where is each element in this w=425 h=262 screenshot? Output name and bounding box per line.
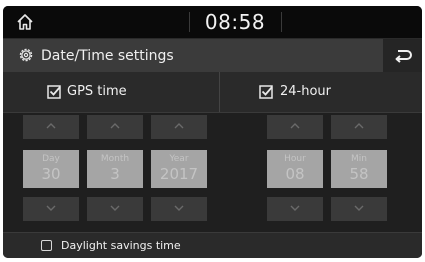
- minute-up-button[interactable]: [331, 115, 387, 139]
- month-value: 3: [110, 165, 120, 183]
- hour-24-label: 24-hour: [280, 84, 332, 99]
- chevron-up-icon: [290, 123, 300, 129]
- home-icon: [17, 14, 33, 30]
- minute-picker[interactable]: Min 58: [331, 150, 387, 188]
- chevron-down-icon: [290, 205, 300, 211]
- chevron-down-icon: [354, 205, 364, 211]
- chevron-up-icon: [46, 123, 56, 129]
- back-button[interactable]: [383, 39, 422, 72]
- back-arrow-icon: [395, 50, 412, 63]
- daylight-savings-row[interactable]: Daylight savings time: [3, 232, 422, 258]
- hour-up-button[interactable]: [267, 115, 323, 139]
- year-down-button[interactable]: [151, 197, 207, 221]
- month-picker[interactable]: Month 3: [87, 150, 143, 188]
- daylight-savings-label: Daylight savings time: [61, 239, 181, 252]
- head-unit-screen: 08:58 Date/Time settings GPS time 24-hou…: [3, 6, 422, 258]
- hour-down-button[interactable]: [267, 197, 323, 221]
- year-up-button[interactable]: [151, 115, 207, 139]
- date-time-picker-panel: Day 30 Month 3 Year 2017 Hour 08 Min 58: [3, 113, 422, 232]
- minute-down-button[interactable]: [331, 197, 387, 221]
- hour-label: Hour: [284, 154, 306, 164]
- page-title: Date/Time settings: [41, 48, 174, 64]
- chevron-down-icon: [110, 205, 120, 211]
- daylight-savings-checkbox[interactable]: [41, 240, 52, 251]
- year-label: Year: [169, 154, 189, 164]
- minute-value: 58: [349, 165, 369, 183]
- day-picker[interactable]: Day 30: [23, 150, 79, 188]
- gps-time-checkbox[interactable]: [47, 84, 62, 99]
- status-bar: 08:58: [3, 6, 422, 39]
- day-up-button[interactable]: [23, 115, 79, 139]
- status-divider: [281, 12, 282, 32]
- options-divider: [219, 72, 220, 112]
- hour-value: 08: [285, 165, 305, 183]
- year-value: 2017: [159, 165, 199, 183]
- month-up-button[interactable]: [87, 115, 143, 139]
- chevron-up-icon: [174, 123, 184, 129]
- chevron-down-icon: [174, 205, 184, 211]
- chevron-up-icon: [110, 123, 120, 129]
- chevron-up-icon: [354, 123, 364, 129]
- hour-24-checkbox[interactable]: [259, 84, 274, 99]
- day-value: 30: [41, 165, 61, 183]
- month-label: Month: [100, 154, 130, 164]
- day-down-button[interactable]: [23, 197, 79, 221]
- options-row: GPS time 24-hour: [3, 72, 422, 113]
- gps-time-label: GPS time: [67, 84, 127, 99]
- chevron-down-icon: [46, 205, 56, 211]
- minute-label: Min: [351, 154, 367, 164]
- day-label: Day: [42, 154, 60, 164]
- clock: 08:58: [204, 10, 266, 34]
- title-bar: Date/Time settings: [3, 39, 422, 72]
- home-button[interactable]: [13, 10, 37, 34]
- gear-icon: [19, 48, 33, 62]
- month-down-button[interactable]: [87, 197, 143, 221]
- year-picker[interactable]: Year 2017: [151, 150, 207, 188]
- hour-picker[interactable]: Hour 08: [267, 150, 323, 188]
